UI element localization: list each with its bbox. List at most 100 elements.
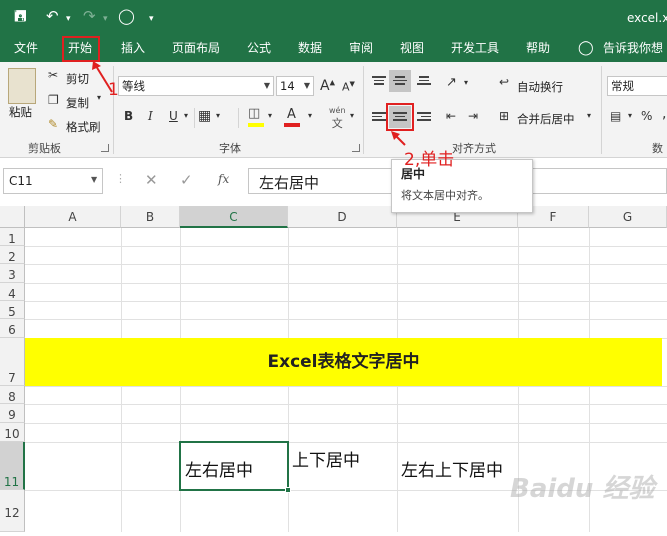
print-preview-icon[interactable]: ◯ — [118, 6, 135, 26]
tell-me-search[interactable]: 告诉我你想 — [603, 34, 663, 62]
customize-toolbar-icon[interactable]: ▾ — [149, 9, 154, 29]
row-header-9[interactable]: 9 — [0, 404, 25, 423]
insert-function-button[interactable]: fx — [218, 172, 229, 186]
merge-dropdown-icon[interactable]: ▾ — [587, 111, 591, 120]
redo-dropdown-icon: ▾ — [103, 14, 108, 24]
copy-icon: ❐ — [48, 93, 59, 107]
column-header-a[interactable]: A — [25, 206, 121, 228]
ribbon: 粘贴 ✂ 剪切 ❐ 复制 ▾ ✎ 格式刷 剪贴板 等线 ▼ 14 ▼ A▲ A▼ B… — [0, 62, 667, 171]
tab-view[interactable]: 视图 — [400, 34, 424, 62]
cell-c11[interactable]: 左右居中 — [185, 456, 253, 481]
copy-dropdown-icon[interactable]: ▾ — [97, 93, 101, 102]
row-header-8[interactable]: 8 — [0, 386, 25, 404]
chevron-down-icon: ▼ — [263, 81, 270, 90]
merge-icon: ⊞ — [499, 109, 510, 123]
tab-formulas[interactable]: 公式 — [247, 34, 271, 62]
font-group-label: 字体 — [219, 142, 241, 155]
align-bottom-icon[interactable] — [417, 76, 431, 88]
cut-button[interactable]: 剪切 — [66, 71, 89, 87]
font-launcher-icon[interactable] — [352, 144, 360, 152]
watermark: Baidu 经验 — [510, 474, 655, 504]
name-box[interactable]: C11 ▼ — [3, 168, 103, 194]
align-right-icon[interactable] — [417, 112, 431, 124]
phonetic-guide-char: 文 — [331, 117, 343, 130]
italic-button[interactable]: I — [148, 109, 153, 123]
bold-button[interactable]: B — [124, 109, 133, 123]
fill-color-icon[interactable]: ◫ — [248, 106, 260, 121]
column-header-c[interactable]: C — [180, 206, 288, 228]
copy-button[interactable]: 复制 — [66, 95, 89, 111]
row-header-6[interactable]: 6 — [0, 319, 25, 338]
phonetic-guide-icon[interactable]: wén 文 — [329, 106, 346, 131]
tab-help[interactable]: 帮助 — [526, 34, 550, 62]
orientation-dropdown-icon[interactable]: ▾ — [464, 78, 468, 87]
scissors-icon: ✂ — [48, 68, 59, 82]
font-name-combo[interactable]: 等线 ▼ — [118, 76, 274, 96]
select-all-corner[interactable] — [0, 206, 25, 228]
enter-icon[interactable]: ✓ — [180, 171, 193, 189]
undo-icon[interactable]: ↶ — [46, 6, 59, 26]
font-size-value: 14 — [280, 79, 295, 93]
tooltip-description: 将文本居中对齐。 — [401, 189, 489, 202]
tab-page-layout[interactable]: 页面布局 — [172, 34, 220, 62]
separator — [363, 66, 364, 154]
column-header-d[interactable]: D — [288, 206, 397, 228]
tab-review[interactable]: 审阅 — [349, 34, 373, 62]
font-color-icon[interactable]: A — [287, 107, 296, 122]
increase-indent-icon[interactable]: ⇥ — [468, 109, 478, 123]
merge-center-button[interactable]: 合并后居中 — [517, 111, 575, 127]
cancel-icon[interactable]: ✕ — [145, 171, 158, 189]
separator — [601, 66, 602, 154]
align-left-icon[interactable] — [372, 112, 386, 124]
cell-d11[interactable]: 上下居中 — [292, 446, 360, 471]
font-name-value: 等线 — [122, 79, 145, 93]
tab-data[interactable]: 数据 — [298, 34, 322, 62]
chevron-down-icon: ▼ — [303, 81, 310, 90]
comma-button[interactable]: , — [662, 106, 666, 122]
row-header-4[interactable]: 4 — [0, 283, 25, 301]
paste-button[interactable]: 粘贴 — [9, 104, 32, 120]
row-header-10[interactable]: 10 — [0, 423, 25, 442]
wrap-text-button[interactable]: 自动换行 — [517, 79, 563, 95]
row-header-12[interactable]: 12 — [0, 490, 25, 532]
column-header-b[interactable]: B — [121, 206, 180, 228]
row-header-2[interactable]: 2 — [0, 246, 25, 264]
increase-font-icon[interactable]: A▲ — [320, 78, 335, 94]
row-header-7[interactable]: 7 — [0, 338, 25, 386]
accounting-dropdown-icon[interactable]: ▾ — [628, 111, 632, 120]
underline-button[interactable]: U — [169, 109, 178, 123]
row-header-3[interactable]: 3 — [0, 264, 25, 283]
percent-button[interactable]: % — [641, 109, 652, 123]
save-icon[interactable]: 🖪 — [14, 6, 27, 26]
row-header-11[interactable]: 11 — [0, 442, 25, 490]
align-top-icon[interactable] — [372, 76, 386, 88]
format-painter-button[interactable]: 格式刷 — [66, 119, 101, 135]
phonetic-dropdown-icon[interactable]: ▾ — [350, 111, 354, 120]
cell-e11[interactable]: 左右上下居中 — [401, 456, 503, 481]
name-box-dropdown-icon[interactable]: ▼ — [91, 175, 97, 184]
orientation-icon[interactable]: ↗ — [446, 75, 457, 90]
fill-color-dropdown-icon[interactable]: ▾ — [268, 111, 272, 120]
tab-developer[interactable]: 开发工具 — [451, 34, 499, 62]
borders-dropdown-icon[interactable]: ▾ — [216, 111, 220, 120]
font-color-dropdown-icon[interactable]: ▾ — [308, 111, 312, 120]
decrease-indent-icon[interactable]: ⇤ — [446, 109, 456, 123]
row-header-5[interactable]: 5 — [0, 301, 25, 319]
title-cell[interactable]: Excel表格文字居中 — [25, 338, 662, 386]
borders-icon[interactable]: ▦ — [198, 108, 211, 124]
tab-insert[interactable]: 插入 — [121, 34, 145, 62]
accounting-icon[interactable]: ▤ — [610, 109, 621, 123]
fill-handle[interactable] — [285, 487, 291, 493]
decrease-font-icon[interactable]: A▼ — [342, 80, 355, 94]
column-header-g[interactable]: G — [589, 206, 667, 228]
font-size-combo[interactable]: 14 ▼ — [276, 76, 314, 96]
number-format-combo[interactable]: 常规 — [607, 76, 667, 96]
formula-bar: C11 ▼ ⋮ ✕ ✓ fx 左右居中 — [0, 158, 667, 206]
underline-dropdown-icon[interactable]: ▾ — [184, 111, 188, 120]
tab-file[interactable]: 文件 — [14, 34, 38, 62]
clipboard-launcher-icon[interactable] — [101, 144, 109, 152]
decrease-font-label: A — [342, 80, 350, 94]
row-header-1[interactable]: 1 — [0, 228, 25, 246]
undo-dropdown-icon[interactable]: ▾ — [66, 9, 71, 29]
paste-icon[interactable] — [8, 68, 36, 104]
